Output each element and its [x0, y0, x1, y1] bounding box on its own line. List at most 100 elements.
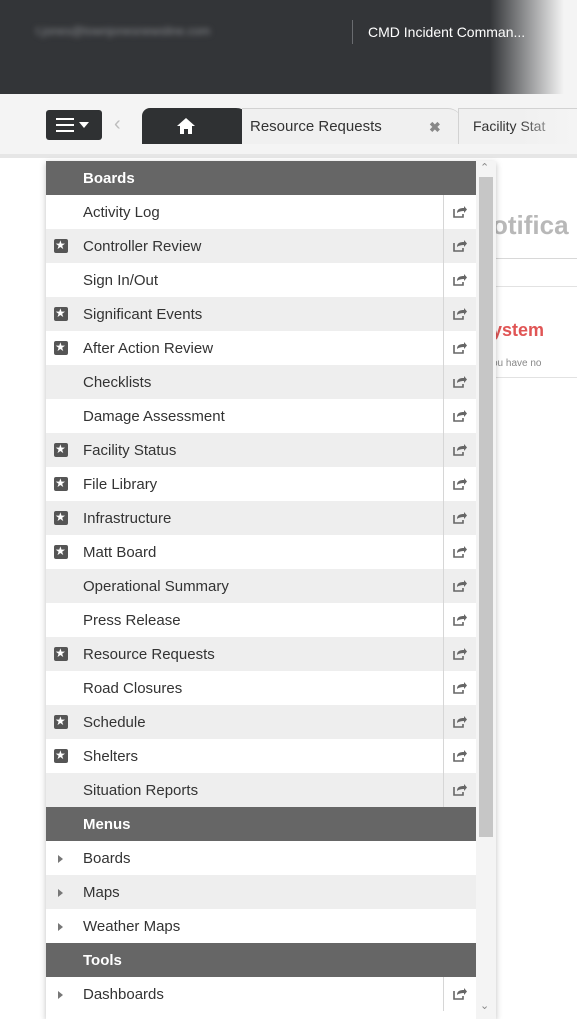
favorite-star-icon[interactable] [54, 748, 68, 763]
menu-group-item[interactable]: Maps [46, 875, 476, 909]
board-item[interactable]: File Library [46, 467, 476, 501]
scroll-thumb[interactable] [479, 177, 493, 837]
open-in-new-tab-button[interactable] [443, 297, 476, 331]
menu-group-item[interactable]: Boards [46, 841, 476, 875]
board-item[interactable]: Facility Status [46, 433, 476, 467]
open-external-icon [453, 716, 467, 728]
board-item[interactable]: Infrastructure [46, 501, 476, 535]
open-in-new-tab-button[interactable] [443, 195, 476, 229]
open-in-new-tab-button[interactable] [443, 603, 476, 637]
open-external-icon [453, 478, 467, 490]
menu-group-item[interactable]: Weather Maps [46, 909, 476, 943]
open-in-new-tab-button[interactable] [443, 535, 476, 569]
menu-item-label: Damage Assessment [83, 408, 225, 425]
tab-strip: ‹ Resource Requests ✖ Facility Stat [0, 94, 577, 158]
tab-facility-status[interactable]: Facility Stat [458, 108, 577, 145]
chevron-left-icon[interactable]: ‹ [114, 114, 121, 134]
open-external-icon [453, 682, 467, 694]
open-in-new-tab-button[interactable] [443, 263, 476, 297]
menu-item-label: Checklists [83, 374, 152, 391]
favorite-star-icon[interactable] [54, 544, 68, 559]
menu-item-label: Maps [83, 884, 120, 901]
system-heading: ystem [492, 320, 545, 340]
menu-item-label: Road Closures [83, 680, 183, 697]
app-header: t.jones@townjonesnewsline.com CMD Incide… [0, 0, 577, 94]
board-item[interactable]: Activity Log [46, 195, 476, 229]
open-external-icon [453, 376, 467, 388]
open-in-new-tab-button[interactable] [443, 229, 476, 263]
open-in-new-tab-button[interactable] [443, 773, 476, 807]
open-in-new-tab-button[interactable] [443, 671, 476, 705]
board-item[interactable]: Road Closures [46, 671, 476, 705]
expand-arrow-icon[interactable] [58, 991, 63, 999]
favorite-star-icon[interactable] [54, 476, 68, 491]
menu-item-label: Dashboards [83, 986, 164, 1003]
open-in-new-tab-button[interactable] [443, 739, 476, 773]
favorite-star-icon[interactable] [54, 646, 68, 661]
caret-down-icon [79, 122, 89, 128]
open-external-icon [453, 988, 467, 1000]
menu-item-label: Situation Reports [83, 782, 199, 799]
open-in-new-tab-button[interactable] [443, 433, 476, 467]
section-header-boards: Boards [46, 161, 476, 195]
open-in-new-tab-button[interactable] [443, 467, 476, 501]
menu-item-label: Weather Maps [83, 918, 181, 935]
open-in-new-tab-button[interactable] [443, 705, 476, 739]
expand-arrow-icon[interactable] [58, 855, 63, 863]
home-icon [177, 118, 195, 134]
menu-item-label: Activity Log [83, 204, 160, 221]
open-external-icon [453, 240, 467, 252]
close-icon[interactable]: ✖ [429, 119, 441, 136]
menu-item-label: Facility Status [83, 442, 177, 459]
open-external-icon [453, 512, 467, 524]
board-item[interactable]: Situation Reports [46, 773, 476, 807]
board-item[interactable]: Sign In/Out [46, 263, 476, 297]
menu-item-label: Controller Review [83, 238, 202, 255]
board-item[interactable]: Damage Assessment [46, 399, 476, 433]
menu-item-label: Infrastructure [83, 510, 172, 527]
board-item[interactable]: Operational Summary [46, 569, 476, 603]
menu-item-label: Matt Board [83, 544, 157, 561]
open-in-new-tab-button[interactable] [443, 399, 476, 433]
open-external-icon [453, 410, 467, 422]
expand-arrow-icon[interactable] [58, 889, 63, 897]
open-in-new-tab-button[interactable] [443, 569, 476, 603]
scroll-down-icon[interactable]: ⌄ [480, 999, 489, 1012]
tab-resource-requests[interactable]: Resource Requests ✖ [242, 108, 462, 144]
open-in-new-tab-button[interactable] [443, 501, 476, 535]
menu-item-label: Boards [83, 850, 131, 867]
hamburger-icon [56, 118, 74, 132]
open-external-icon [453, 580, 467, 592]
board-item[interactable]: Shelters [46, 739, 476, 773]
open-external-icon [453, 342, 467, 354]
tool-item[interactable]: Dashboards [46, 977, 476, 1011]
expand-arrow-icon[interactable] [58, 923, 63, 931]
board-item[interactable]: Checklists [46, 365, 476, 399]
scroll-up-icon[interactable]: ⌃ [480, 161, 489, 174]
divider [484, 258, 577, 259]
menu-item-label: Operational Summary [83, 578, 229, 595]
board-item[interactable]: Press Release [46, 603, 476, 637]
tab-home[interactable] [142, 108, 252, 144]
board-item[interactable]: After Action Review [46, 331, 476, 365]
board-item[interactable]: Matt Board [46, 535, 476, 569]
open-in-new-tab-button[interactable] [443, 637, 476, 671]
favorite-star-icon[interactable] [54, 510, 68, 525]
board-item[interactable]: Significant Events [46, 297, 476, 331]
favorite-star-icon[interactable] [54, 714, 68, 729]
favorite-star-icon[interactable] [54, 442, 68, 457]
open-external-icon [453, 648, 467, 660]
board-item[interactable]: Schedule [46, 705, 476, 739]
board-item[interactable]: Resource Requests [46, 637, 476, 671]
favorite-star-icon[interactable] [54, 238, 68, 253]
tab-fade [517, 109, 577, 145]
favorite-star-icon[interactable] [54, 306, 68, 321]
board-item[interactable]: Controller Review [46, 229, 476, 263]
favorite-star-icon[interactable] [54, 340, 68, 355]
open-in-new-tab-button[interactable] [443, 977, 476, 1011]
open-in-new-tab-button[interactable] [443, 365, 476, 399]
main-menu-button[interactable] [46, 110, 102, 140]
scrollbar[interactable]: ⌃ ⌄ [476, 161, 496, 1019]
open-in-new-tab-button[interactable] [443, 331, 476, 365]
user-email[interactable]: t.jones@townjonesnewsline.com [36, 24, 336, 42]
